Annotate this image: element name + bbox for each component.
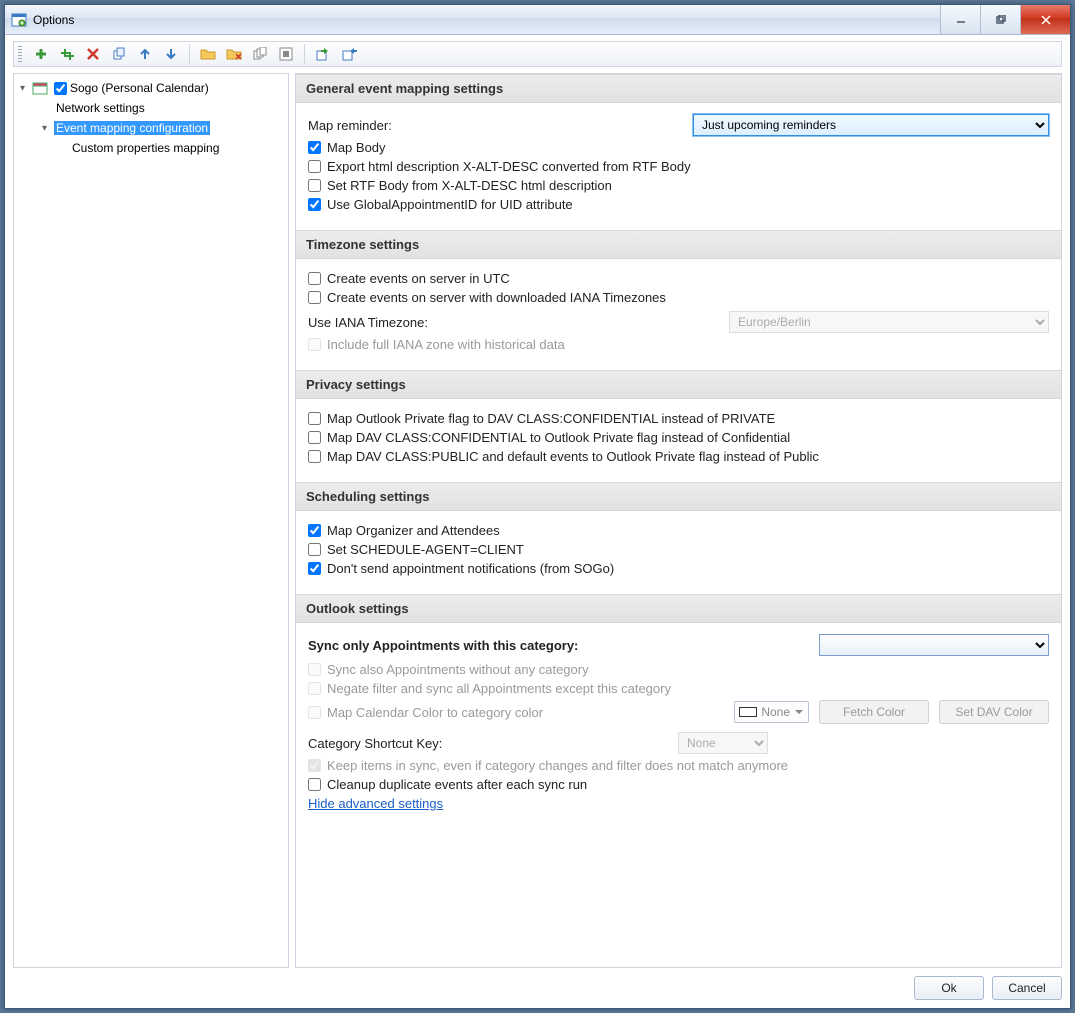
fetch-color-button: Fetch Color (819, 700, 929, 724)
cat-shortcut-select: None (678, 732, 768, 754)
chk-full-iana (308, 338, 321, 351)
toolbar (13, 41, 1062, 67)
tree-root-checkbox[interactable] (54, 82, 67, 95)
maximize-button[interactable] (980, 5, 1020, 34)
chk-pub-priv[interactable] (308, 450, 321, 463)
chk-pub-priv-label: Map DAV CLASS:PUBLIC and default events … (327, 449, 819, 464)
add-icon[interactable] (30, 43, 52, 65)
copy-icon[interactable] (108, 43, 130, 65)
section-header-scheduling: Scheduling settings (296, 482, 1061, 511)
tree-panel: ▾ Sogo (Personal Calendar) Network setti… (13, 73, 289, 968)
toolbar-separator (189, 44, 190, 64)
client-area: ▾ Sogo (Personal Calendar) Network setti… (5, 35, 1070, 1008)
up-icon[interactable] (134, 43, 156, 65)
chk-export-xalt[interactable] (308, 160, 321, 173)
copy-all-icon[interactable] (249, 43, 271, 65)
expander-icon[interactable]: ▾ (42, 123, 54, 134)
section-header-outlook: Outlook settings (296, 594, 1061, 623)
settings-panel: General event mapping settings Map remin… (295, 73, 1062, 968)
ok-button[interactable]: Ok (914, 976, 984, 1000)
chk-organizer-label: Map Organizer and Attendees (327, 523, 500, 538)
chk-priv-conf-label: Map Outlook Private flag to DAV CLASS:CO… (327, 411, 775, 426)
tree-item-event-mapping[interactable]: ▾ Event mapping configuration (16, 118, 286, 138)
tree-item-label: Custom properties mapping (72, 141, 219, 155)
chk-no-notif[interactable] (308, 562, 321, 575)
chk-iana-dl[interactable] (308, 291, 321, 304)
chk-cleanup[interactable] (308, 778, 321, 791)
color-picker: None (734, 701, 809, 723)
select-all-icon[interactable] (275, 43, 297, 65)
chk-keep-sync-label: Keep items in sync, even if category cha… (327, 758, 788, 773)
chk-global-id-label: Use GlobalAppointmentID for UID attribut… (327, 197, 573, 212)
options-window: Options (4, 4, 1071, 1009)
map-reminder-label: Map reminder: (308, 118, 392, 133)
chk-sched-client[interactable] (308, 543, 321, 556)
chk-export-xalt-label: Export html description X-ALT-DESC conve… (327, 159, 691, 174)
chk-utc-label: Create events on server in UTC (327, 271, 510, 286)
chk-sync-nocat (308, 663, 321, 676)
toolbar-separator (304, 44, 305, 64)
section-header-privacy: Privacy settings (296, 370, 1061, 399)
tree-item-network[interactable]: Network settings (16, 98, 286, 118)
titlebar: Options (5, 5, 1070, 35)
use-iana-label: Use IANA Timezone: (308, 315, 428, 330)
chk-negate (308, 682, 321, 695)
expander-icon[interactable]: ▾ (20, 83, 32, 94)
chk-map-color (308, 706, 321, 719)
cat-shortcut-label: Category Shortcut Key: (308, 736, 678, 751)
chk-sched-client-label: Set SCHEDULE-AGENT=CLIENT (327, 542, 524, 557)
tree-root[interactable]: ▾ Sogo (Personal Calendar) (16, 78, 286, 98)
sync-cat-label: Sync only Appointments with this categor… (308, 638, 578, 653)
chk-map-body-label: Map Body (327, 140, 386, 155)
add-multi-icon[interactable] (56, 43, 78, 65)
toolbar-grip (18, 46, 22, 62)
hide-advanced-link[interactable]: Hide advanced settings (308, 796, 443, 811)
sync-category-select[interactable] (819, 634, 1049, 656)
chk-priv-conf[interactable] (308, 412, 321, 425)
chk-set-rtf-label: Set RTF Body from X-ALT-DESC html descri… (327, 178, 612, 193)
close-button[interactable] (1020, 5, 1070, 34)
section-header-general: General event mapping settings (296, 74, 1061, 103)
folder-delete-icon[interactable] (223, 43, 245, 65)
chk-iana-dl-label: Create events on server with downloaded … (327, 290, 666, 305)
tree-item-custom-props[interactable]: Custom properties mapping (16, 138, 286, 158)
map-reminder-select[interactable]: Just upcoming reminders (693, 114, 1049, 136)
chk-map-body[interactable] (308, 141, 321, 154)
tree-item-label: Network settings (56, 101, 145, 115)
delete-icon[interactable] (82, 43, 104, 65)
chk-no-notif-label: Don't send appointment notifications (fr… (327, 561, 614, 576)
calendar-icon (32, 81, 48, 95)
chk-full-iana-label: Include full IANA zone with historical d… (327, 337, 565, 352)
chk-conf-priv[interactable] (308, 431, 321, 444)
tree-root-label: Sogo (Personal Calendar) (70, 81, 209, 95)
dialog-footer: Ok Cancel (13, 968, 1062, 1000)
window-title: Options (33, 13, 940, 27)
down-icon[interactable] (160, 43, 182, 65)
set-dav-color-button: Set DAV Color (939, 700, 1049, 724)
chk-keep-sync (308, 759, 321, 772)
chk-set-rtf[interactable] (308, 179, 321, 192)
chk-cleanup-label: Cleanup duplicate events after each sync… (327, 777, 587, 792)
minimize-button[interactable] (940, 5, 980, 34)
section-header-timezone: Timezone settings (296, 230, 1061, 259)
tree-item-label: Event mapping configuration (54, 121, 210, 135)
chk-organizer[interactable] (308, 524, 321, 537)
app-icon (11, 12, 27, 28)
chk-utc[interactable] (308, 272, 321, 285)
folder-icon[interactable] (197, 43, 219, 65)
window-buttons (940, 5, 1070, 34)
import-icon[interactable] (338, 43, 360, 65)
color-swatch (739, 707, 757, 717)
cancel-button[interactable]: Cancel (992, 976, 1062, 1000)
export-icon[interactable] (312, 43, 334, 65)
chk-negate-label: Negate filter and sync all Appointments … (327, 681, 671, 696)
chk-map-color-label: Map Calendar Color to category color (327, 705, 543, 720)
chk-conf-priv-label: Map DAV CLASS:CONFIDENTIAL to Outlook Pr… (327, 430, 790, 445)
iana-timezone-select[interactable]: Europe/Berlin (729, 311, 1049, 333)
color-none-label: None (761, 705, 790, 719)
chk-sync-nocat-label: Sync also Appointments without any categ… (327, 662, 589, 677)
chk-global-id[interactable] (308, 198, 321, 211)
